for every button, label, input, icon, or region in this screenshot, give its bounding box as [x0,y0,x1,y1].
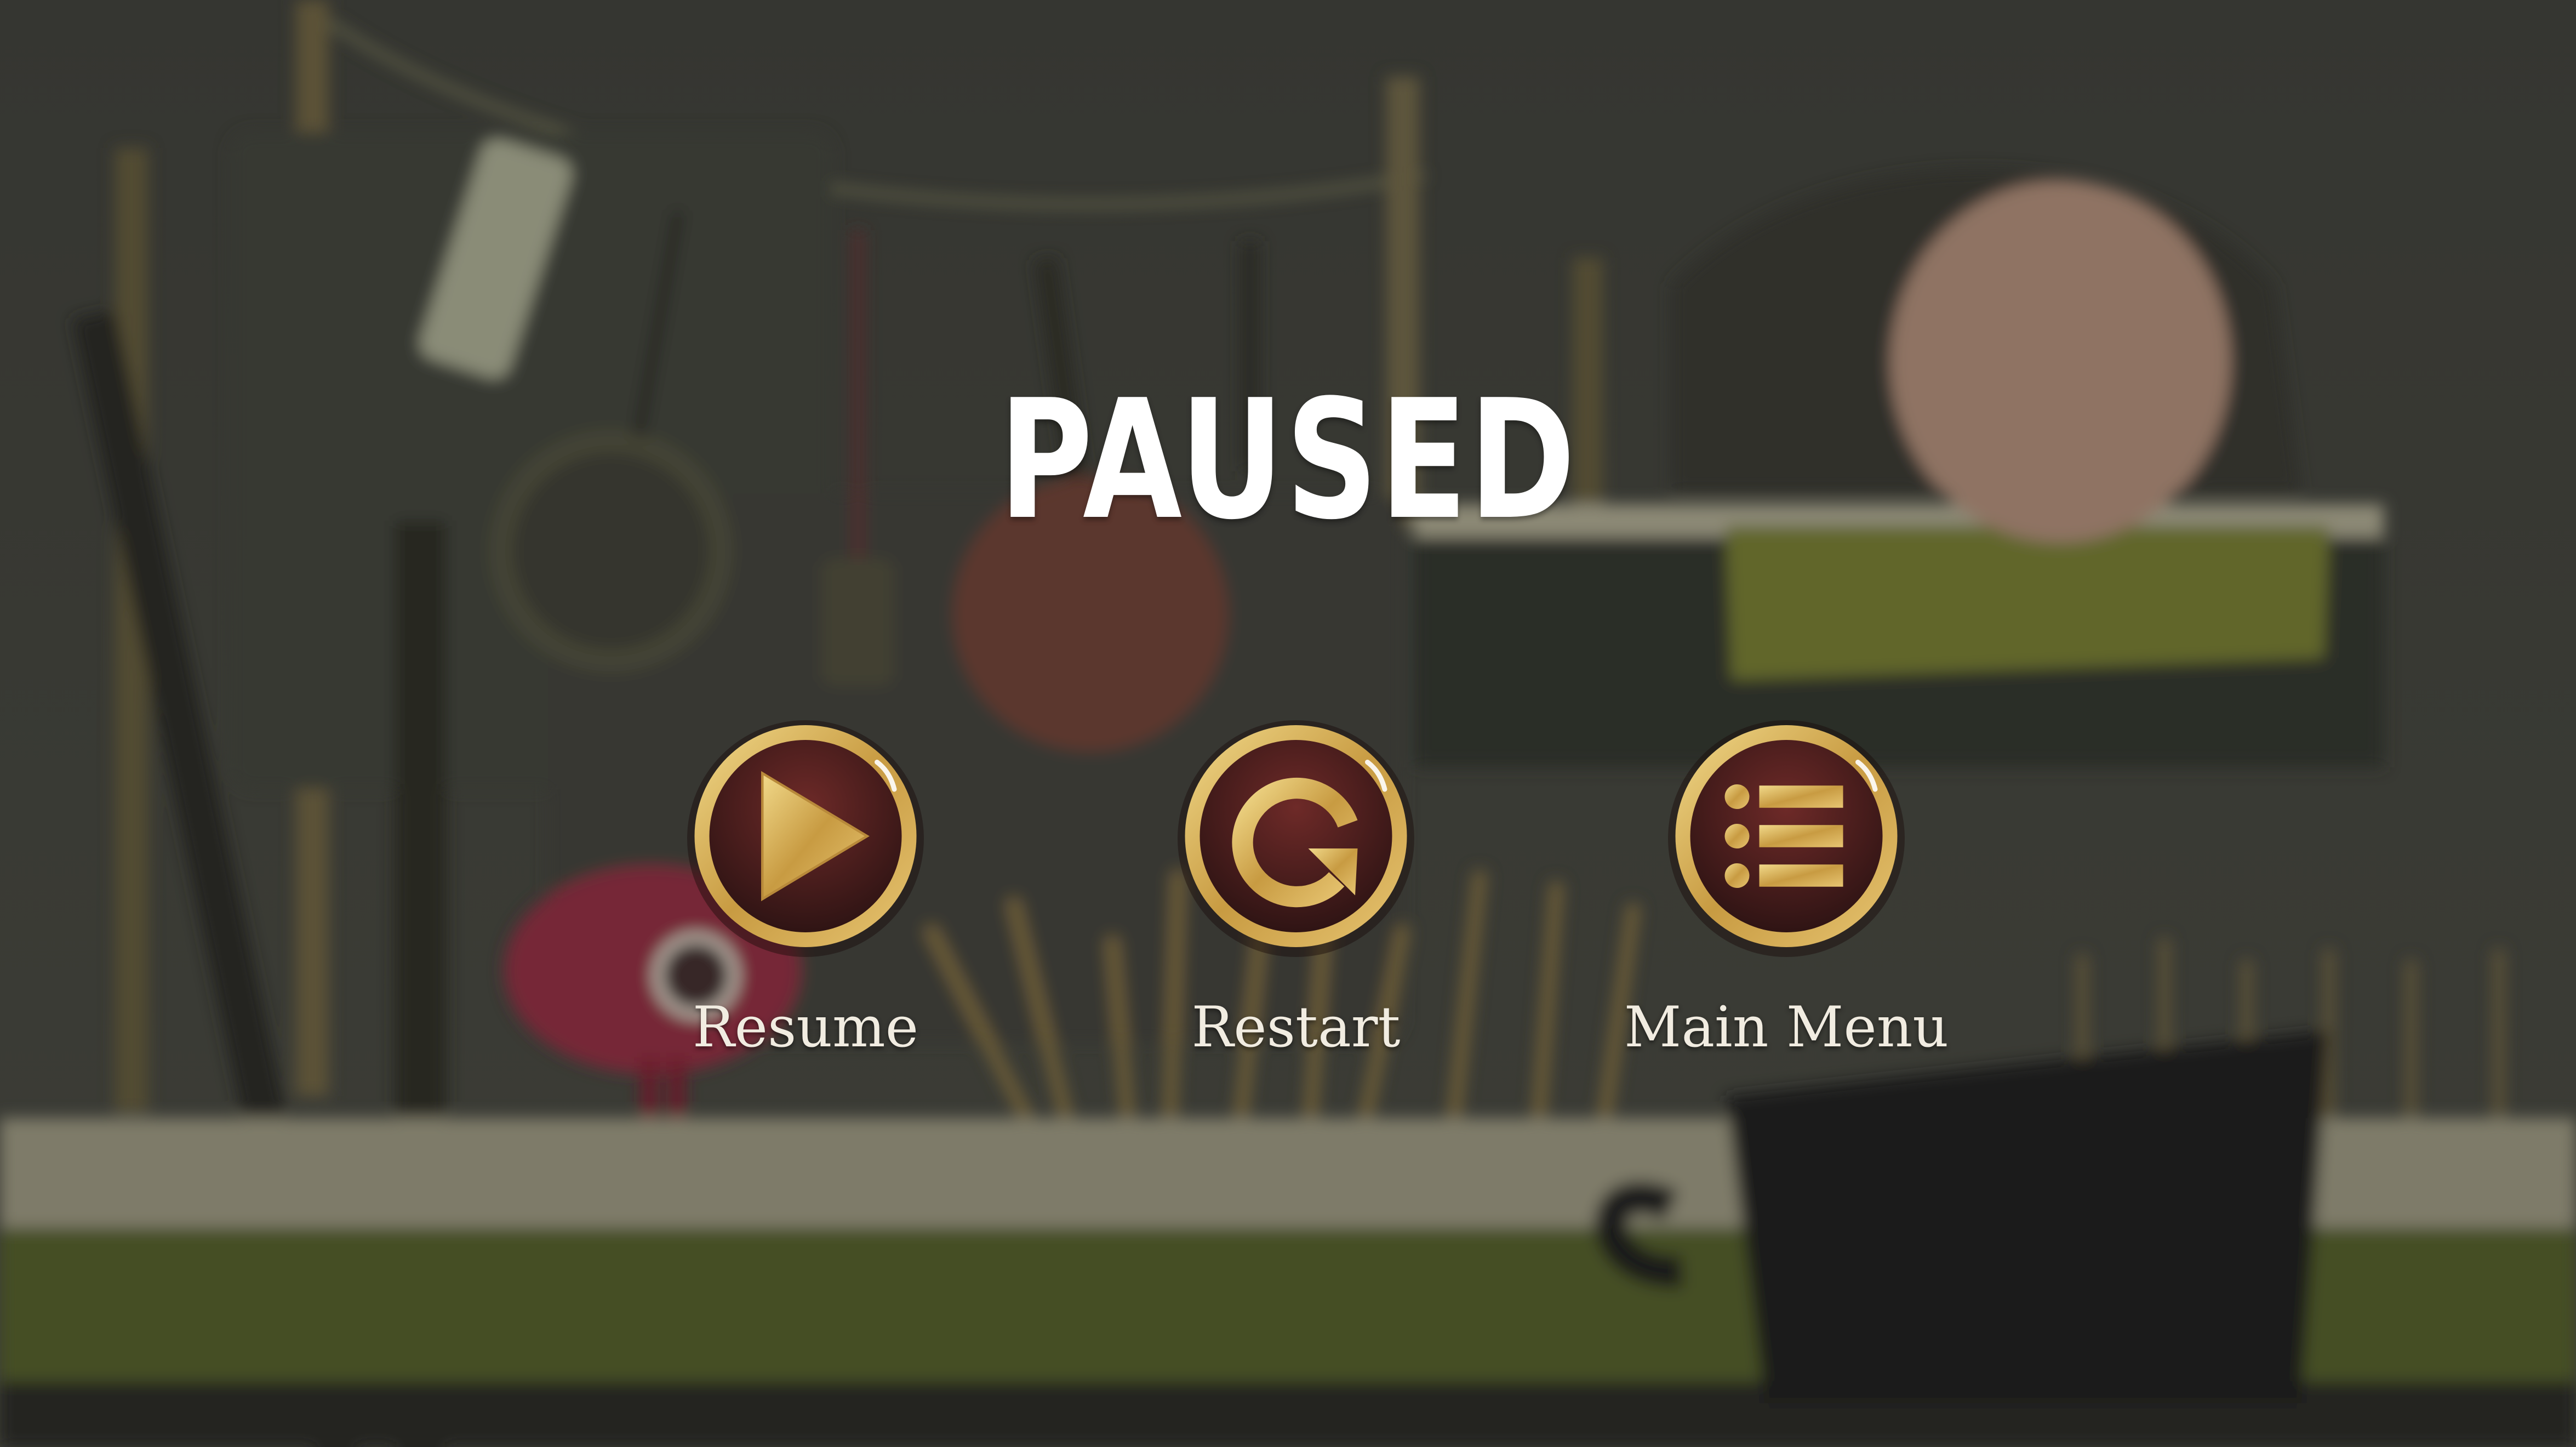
restart-button[interactable]: Restart [1132,715,1460,1077]
restart-label: Restart [1191,995,1401,1060]
play-icon[interactable] [682,715,929,962]
main-menu-button[interactable]: Main Menu [1622,715,1951,1077]
resume-label: Resume [692,995,919,1060]
list-icon[interactable] [1663,715,1910,962]
resume-button[interactable]: Resume [641,715,970,1077]
restart-icon[interactable] [1173,715,1419,962]
pause-title: PAUSED [998,364,1578,556]
main-menu-label: Main Menu [1624,995,1949,1060]
